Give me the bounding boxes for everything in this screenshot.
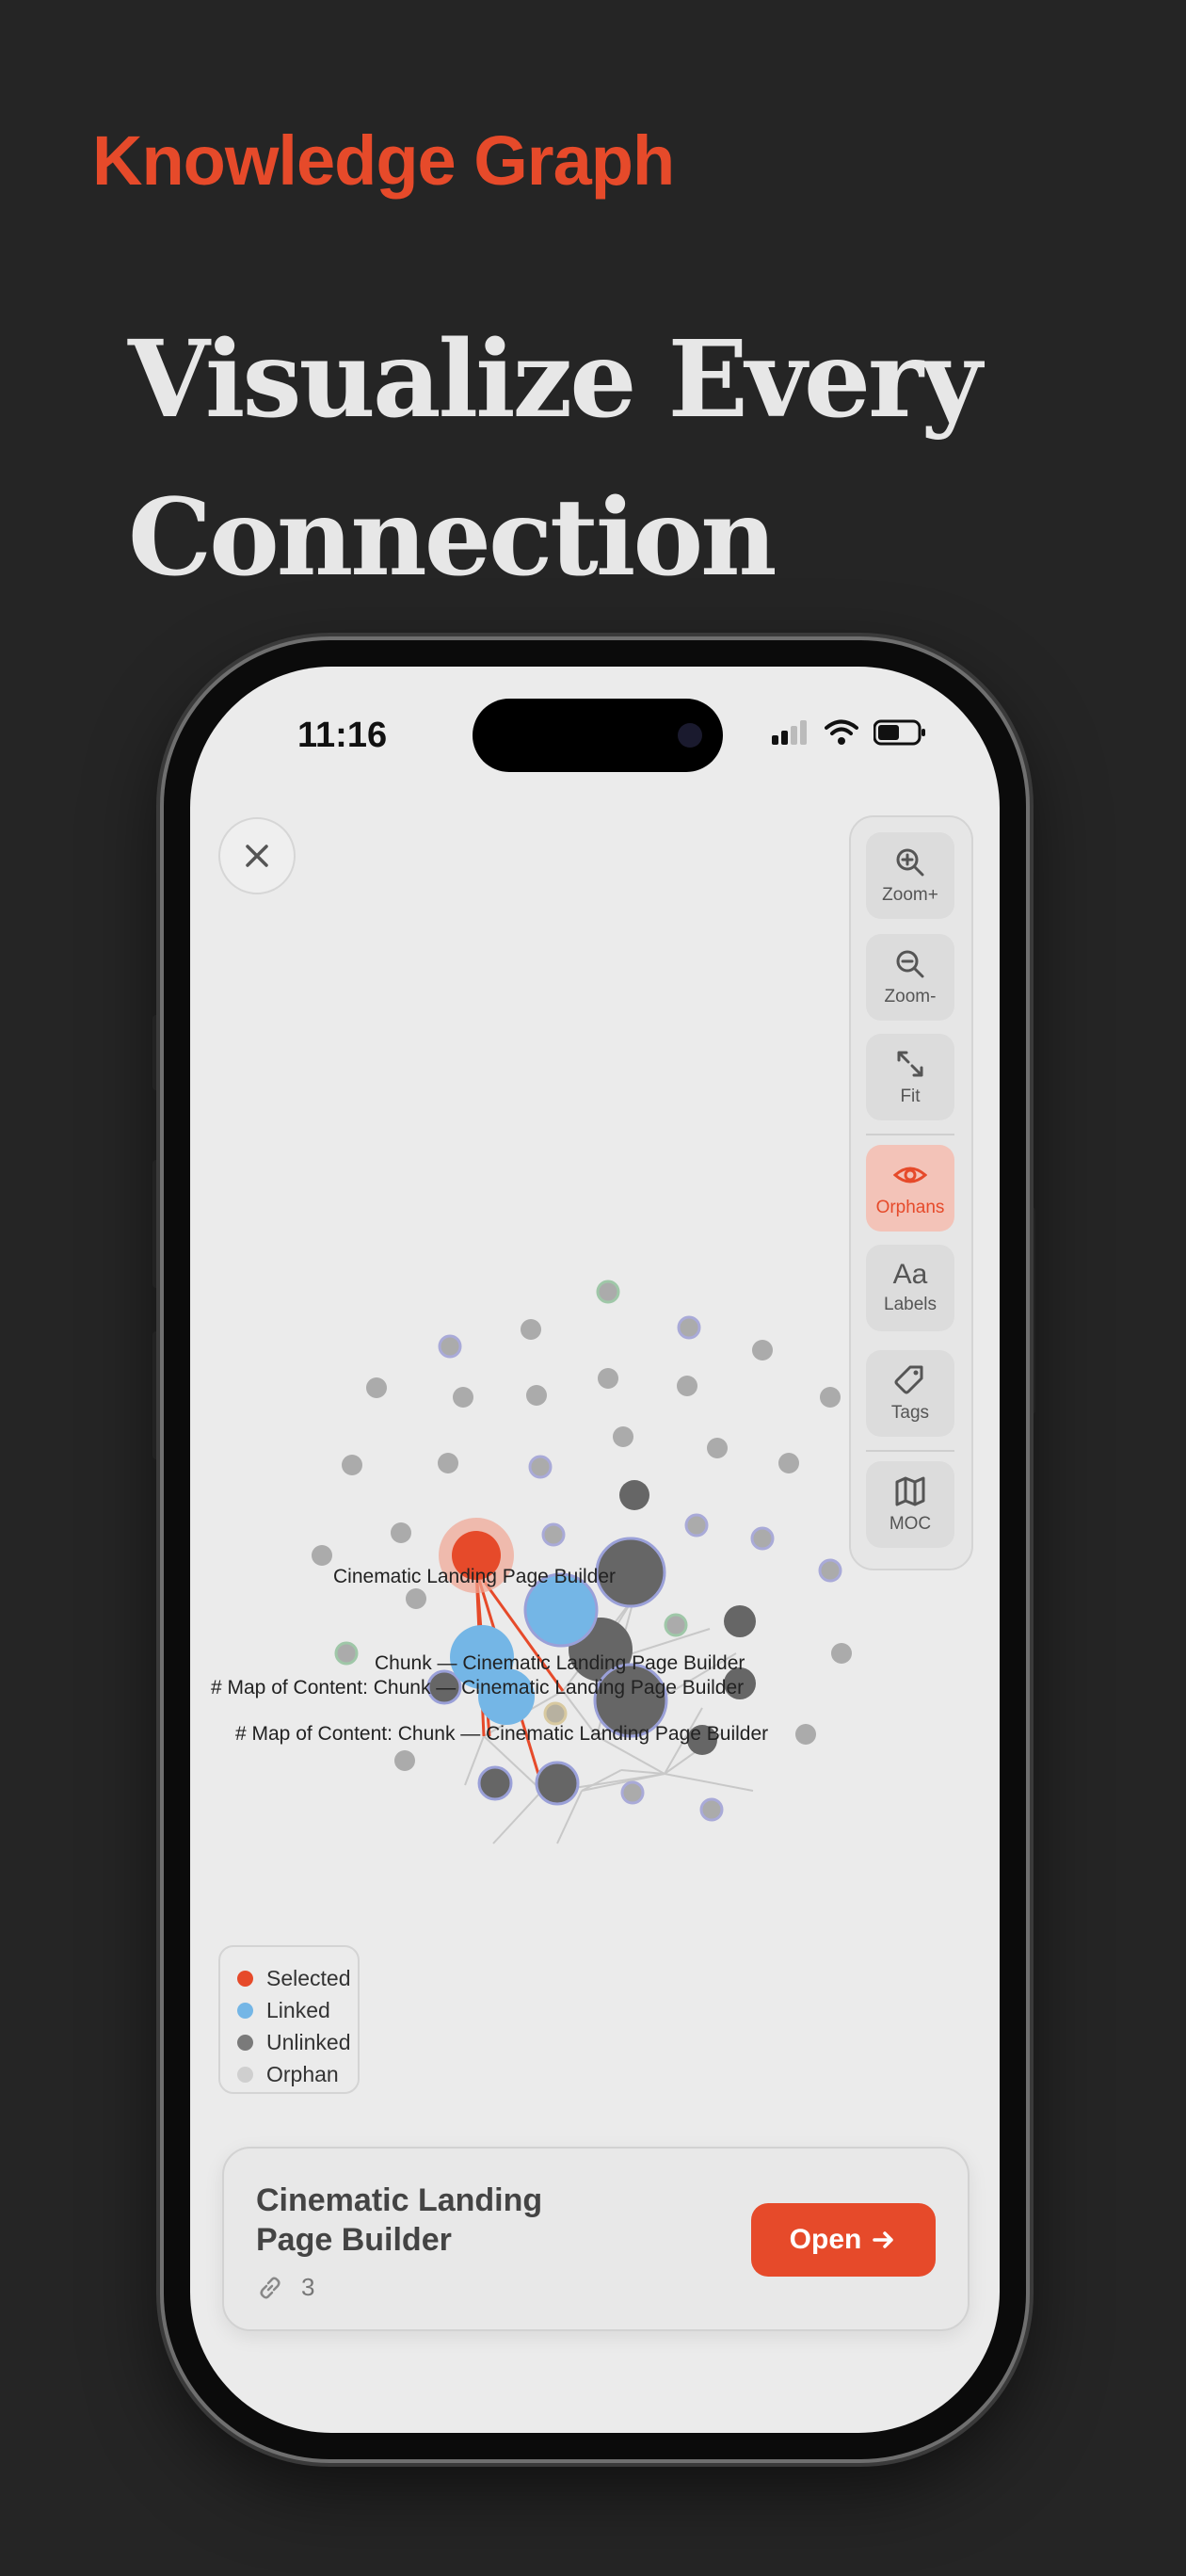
phone-screen: 11:16 Cinematic Landing Page Builder Chu… (190, 667, 1000, 2433)
legend-item-linked: Linked (237, 1994, 358, 2026)
graph-node-label: Cinematic Landing Page Builder (333, 1566, 616, 1587)
graph-node[interactable] (543, 1701, 568, 1726)
headline: Visualize Every Connection (128, 301, 982, 618)
graph-node[interactable] (707, 1438, 728, 1458)
legend-label: Selected (266, 1965, 351, 1990)
graph-node[interactable] (541, 1522, 566, 1547)
graph-node[interactable] (528, 1455, 553, 1479)
headline-line-1: Visualize Every (128, 318, 982, 442)
graph-node[interactable] (752, 1340, 773, 1360)
text-icon: Aa (892, 1259, 928, 1290)
labels-toggle[interactable]: Aa Labels (866, 1245, 954, 1331)
phone-action-button (152, 1015, 160, 1090)
graph-node[interactable] (684, 1513, 709, 1538)
note-title: Cinematic Landing Page Builder (256, 2182, 543, 2258)
graph-node-label: Chunk — Cinematic Landing Page Builder (375, 1652, 745, 1674)
note-link-count: 3 (256, 2273, 314, 2302)
graph-node[interactable] (795, 1724, 816, 1745)
zoom-in-button[interactable]: Zoom+ (866, 832, 954, 919)
graph-toolbar: Zoom+ Zoom- Fit Orphans Aa Labels Tags M… (849, 815, 973, 1570)
phone-frame: 11:16 Cinematic Landing Page Builder Chu… (164, 640, 1026, 2459)
graph-node[interactable] (391, 1522, 411, 1543)
graph-node[interactable] (438, 1453, 458, 1473)
graph-node[interactable] (394, 1750, 415, 1771)
open-note-button[interactable]: Open (751, 2203, 936, 2277)
graph-node[interactable] (677, 1315, 701, 1340)
orphans-label: Orphans (875, 1198, 945, 1217)
open-label: Open (789, 2224, 862, 2255)
graph-node[interactable] (619, 1480, 649, 1510)
map-icon (895, 1476, 925, 1506)
phone-volume-up-button (152, 1160, 160, 1288)
headline-line-2: Connection (128, 476, 777, 600)
graph-node[interactable] (312, 1545, 332, 1566)
tag-icon (894, 1365, 923, 1394)
graph-node[interactable] (526, 1385, 547, 1406)
selected-note-card: Cinematic Landing Page Builder 3 Open (222, 2147, 970, 2331)
graph-node[interactable] (366, 1377, 387, 1398)
legend-dot (237, 2034, 253, 2051)
brand-title: Knowledge Graph (92, 121, 675, 200)
zoom-out-button[interactable]: Zoom- (866, 934, 954, 1021)
graph-legend: Selected Linked Unlinked Orphan (218, 1945, 360, 2094)
legend-dot (237, 1970, 253, 1987)
graph-node[interactable] (699, 1797, 724, 1822)
graph-node[interactable] (620, 1780, 645, 1805)
labels-label: Labels (884, 1295, 937, 1314)
toolbar-divider (866, 1134, 954, 1135)
fit-button[interactable]: Fit (866, 1034, 954, 1120)
graph-node[interactable] (453, 1387, 473, 1408)
graph-node[interactable] (477, 1765, 513, 1801)
graph-node[interactable] (818, 1558, 842, 1583)
moc-label: MOC (889, 1514, 932, 1534)
legend-dot (237, 2002, 253, 2019)
legend-item-orphan: Orphan (237, 2058, 358, 2090)
graph-node[interactable] (406, 1588, 426, 1609)
zoom-in-icon (896, 848, 924, 877)
graph-node-label: # Map of Content: Chunk — Cinematic Land… (211, 1677, 744, 1699)
graph-node[interactable] (664, 1613, 688, 1637)
graph-node[interactable] (831, 1643, 852, 1664)
fit-label: Fit (900, 1087, 921, 1106)
legend-item-selected: Selected (237, 1962, 358, 1994)
tags-toggle[interactable]: Tags (866, 1350, 954, 1437)
eye-icon (893, 1167, 927, 1183)
legend-label: Unlinked (266, 2029, 351, 2054)
expand-icon (897, 1051, 923, 1077)
toolbar-divider (866, 1450, 954, 1452)
graph-node[interactable] (535, 1761, 580, 1806)
graph-node[interactable] (613, 1426, 633, 1447)
graph-node[interactable] (438, 1334, 462, 1359)
graph-node[interactable] (521, 1319, 541, 1340)
legend-dot (237, 2066, 253, 2083)
graph-node[interactable] (750, 1526, 775, 1551)
legend-item-unlinked: Unlinked (237, 2026, 358, 2058)
zoom-out-label: Zoom- (884, 987, 937, 1006)
graph-node[interactable] (677, 1376, 697, 1396)
phone-volume-down-button (152, 1331, 160, 1459)
legend-label: Linked (266, 1997, 330, 2022)
legend-label: Orphan (266, 2061, 339, 2086)
zoom-out-icon (896, 950, 924, 978)
graph-node[interactable] (334, 1641, 359, 1666)
graph-node[interactable] (778, 1453, 799, 1473)
tags-label: Tags (890, 1403, 930, 1423)
zoom-in-label: Zoom+ (882, 885, 938, 905)
graph-node[interactable] (596, 1280, 620, 1304)
phone-power-button (1028, 1207, 1035, 1414)
orphans-toggle[interactable]: Orphans (866, 1145, 954, 1232)
link-icon (260, 2276, 280, 2299)
link-count-value: 3 (301, 2273, 315, 2301)
graph-node-label: # Map of Content: Chunk — Cinematic Land… (235, 1723, 768, 1745)
graph-node[interactable] (342, 1455, 362, 1475)
arrow-right-icon (873, 2231, 894, 2248)
moc-button[interactable]: MOC (866, 1461, 954, 1548)
graph-node[interactable] (820, 1387, 841, 1408)
graph-node[interactable] (598, 1368, 618, 1389)
graph-node[interactable] (724, 1605, 756, 1637)
